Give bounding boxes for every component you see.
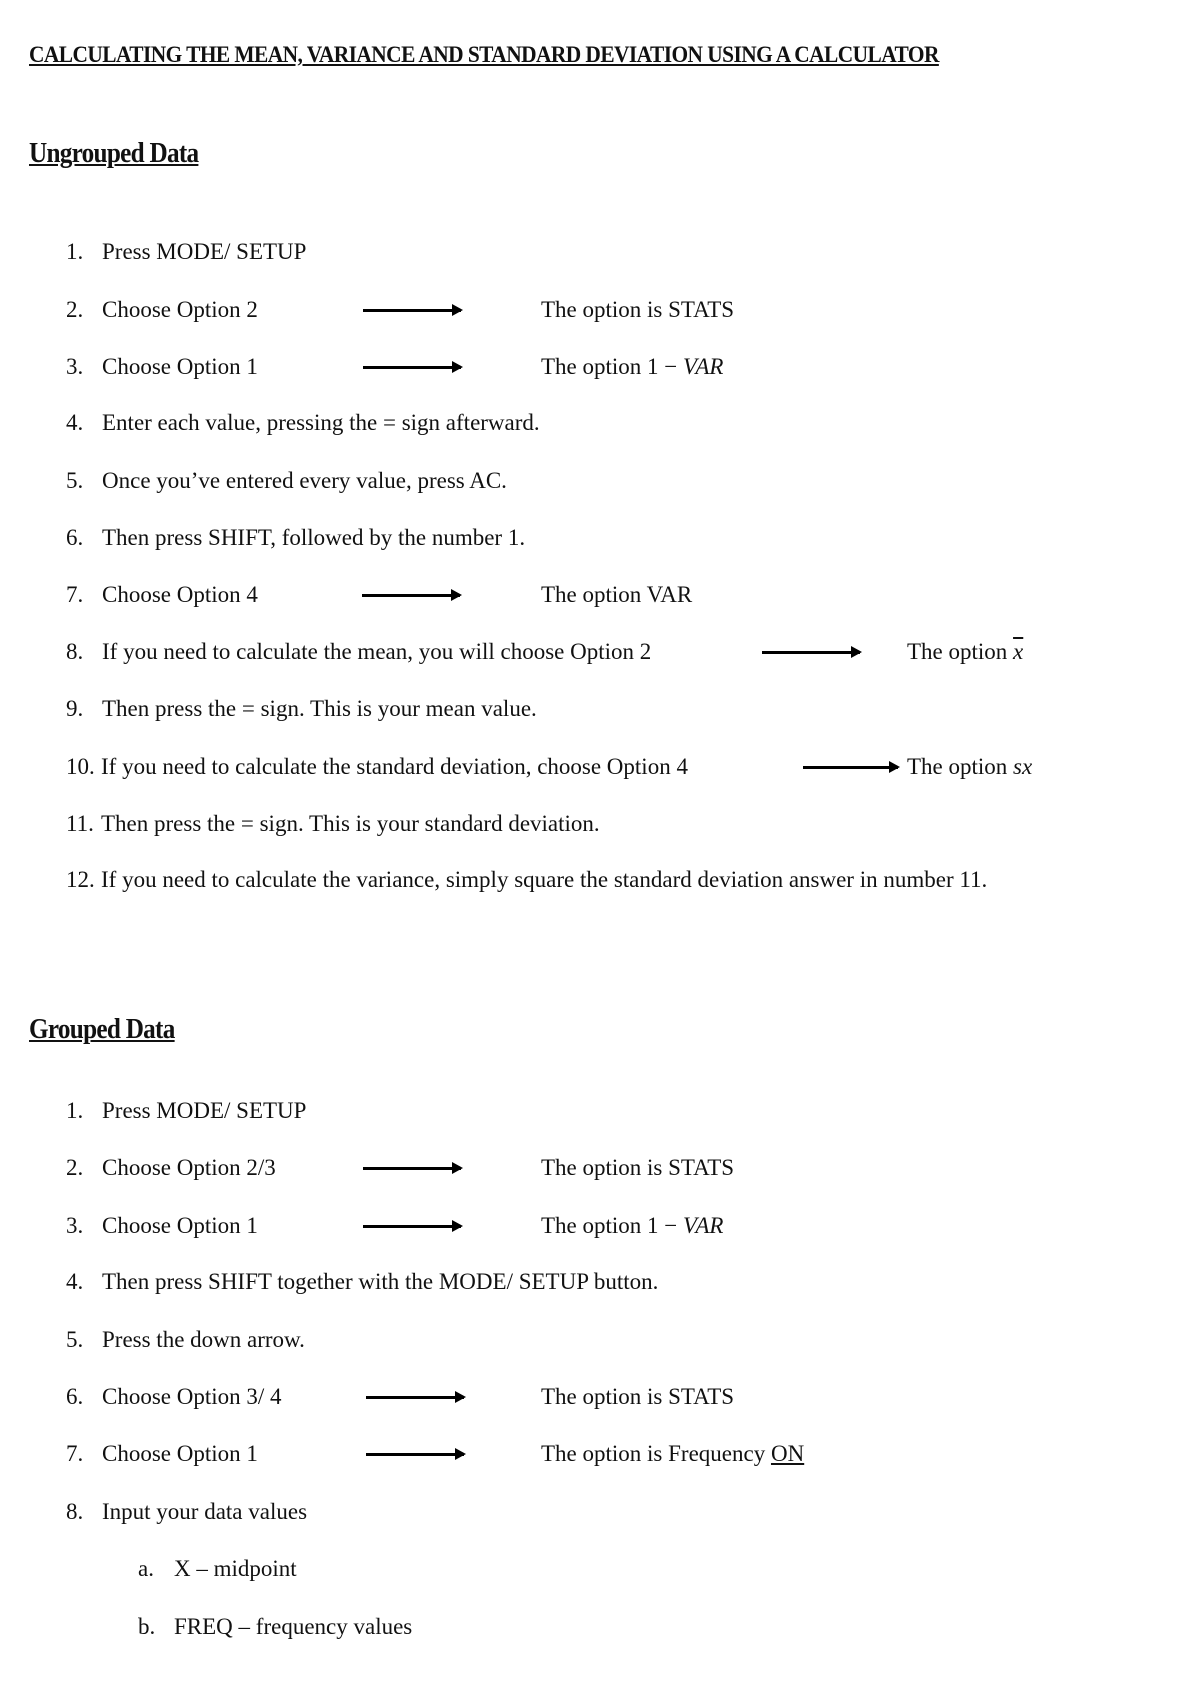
step-number: 4.: [66, 410, 84, 435]
step-text: Once you’ve entered every value, press A…: [102, 468, 507, 493]
step-note: The option sx: [907, 753, 1032, 781]
step-text: Choose Option 3/ 4: [102, 1384, 282, 1409]
step-item: 8. If you need to calculate the mean, you…: [66, 638, 651, 666]
step-item: 6. Then press SHIFT, followed by the numb…: [66, 524, 525, 552]
arrow-icon: [762, 646, 862, 658]
step-number: 2.: [66, 297, 84, 322]
note-math: VAR: [683, 354, 724, 379]
step-text: Enter each value, pressing the = sign af…: [102, 410, 540, 435]
step-number: 6.: [66, 525, 84, 550]
step-number: 3.: [66, 354, 84, 379]
step-text: Then press the = sign. This is your mean…: [102, 696, 537, 721]
step-item: 1. Press MODE/ SETUP: [66, 238, 306, 266]
note-text: The option 1 −: [541, 1213, 684, 1238]
step-number: 8.: [66, 1499, 84, 1524]
step-number: 9.: [66, 696, 84, 721]
sub-step-item: a. X – midpoint: [138, 1555, 297, 1583]
step-number: 5.: [66, 1327, 84, 1352]
section-heading-grouped: Grouped Data: [29, 1014, 175, 1045]
sub-step-item: b. FREQ – frequency values: [138, 1613, 412, 1641]
step-text: Then press SHIFT together with the MODE/…: [102, 1269, 659, 1294]
step-number: 1.: [66, 239, 84, 264]
arrow-icon: [363, 361, 463, 373]
note-text: The option: [907, 639, 1014, 664]
step-text: If you need to calculate the mean, you w…: [102, 639, 652, 664]
step-number: 11.: [66, 811, 94, 836]
arrow-icon: [363, 304, 463, 316]
step-item: 11. Then press the = sign. This is your s…: [66, 810, 600, 838]
step-item: 2. Choose Option 2/3: [66, 1154, 276, 1182]
sub-step-text: X – midpoint: [174, 1556, 297, 1581]
arrow-icon: [363, 1220, 463, 1232]
step-item: 10. If you need to calculate the standard…: [66, 753, 688, 781]
arrow-icon: [803, 761, 900, 773]
arrow-icon: [363, 1162, 463, 1174]
step-note: The option is STATS: [541, 1155, 735, 1180]
step-text: If you need to calculate the standard de…: [101, 754, 688, 779]
step-item: 3. Choose Option 1: [66, 353, 258, 381]
sub-step-text: FREQ – frequency values: [174, 1614, 413, 1639]
step-number: 2.: [66, 1155, 84, 1180]
note-math: sx: [1013, 754, 1033, 779]
step-item: 5. Press the down arrow.: [66, 1326, 305, 1354]
step-number: 6.: [66, 1384, 84, 1409]
step-item: 4. Enter each value, pressing the = sign …: [66, 409, 540, 437]
arrow-icon: [366, 1391, 466, 1403]
step-number: 12.: [66, 867, 95, 892]
step-item: 12. If you need to calculate the variance…: [66, 866, 987, 894]
step-number: 1.: [66, 1098, 84, 1123]
step-note: The option is Frequency ON: [541, 1440, 804, 1468]
step-number: 10.: [66, 754, 95, 779]
step-note: The option 1 − VAR: [541, 353, 723, 381]
note-text: The option: [907, 754, 1014, 779]
step-text: Choose Option 2/3: [102, 1155, 276, 1180]
step-note: The option is STATS: [541, 1384, 735, 1409]
note-text: The option 1 −: [541, 354, 684, 379]
step-text: Press MODE/ SETUP: [102, 239, 307, 264]
step-text: Then press the = sign. This is your stan…: [101, 811, 600, 836]
step-note: The option is STATS: [541, 297, 735, 322]
step-number: 4.: [66, 1269, 84, 1294]
step-text: Choose Option 2: [102, 297, 258, 322]
step-item: 4. Then press SHIFT together with the MOD…: [66, 1268, 658, 1296]
step-note: The option 1 − VAR: [541, 1212, 723, 1240]
step-text: Choose Option 1: [102, 1213, 258, 1238]
step-item: 6. Choose Option 3/ 4: [66, 1383, 282, 1411]
step-text: Choose Option 1: [102, 354, 258, 379]
document-title: CALCULATING THE MEAN, VARIANCE AND STAND…: [29, 42, 939, 67]
step-text: Input your data values: [102, 1499, 308, 1524]
step-item: 8. Input your data values: [66, 1498, 307, 1526]
step-number: 8.: [66, 639, 84, 664]
note-text: The option is Frequency: [541, 1441, 771, 1466]
step-item: 1. Press MODE/ SETUP: [66, 1097, 306, 1125]
section-heading-ungrouped: Ungrouped Data: [29, 138, 199, 169]
step-text: Press the down arrow.: [102, 1327, 305, 1352]
note-math: VAR: [683, 1213, 724, 1238]
step-text: Then press SHIFT, followed by the number…: [102, 525, 526, 550]
arrow-icon: [362, 589, 462, 601]
step-note: The option x: [907, 638, 1023, 666]
step-item: 2. Choose Option 2: [66, 296, 258, 324]
sub-step-letter: b.: [138, 1614, 156, 1639]
step-text: Press MODE/ SETUP: [102, 1098, 307, 1123]
step-number: 5.: [66, 468, 84, 493]
step-text: Choose Option 4: [102, 582, 258, 607]
x-bar-symbol: x: [1013, 639, 1024, 664]
arrow-icon: [366, 1448, 466, 1460]
step-note: The option VAR: [541, 582, 693, 607]
step-number: 7.: [66, 1441, 84, 1466]
sub-step-letter: a.: [138, 1556, 154, 1581]
step-number: 7.: [66, 582, 84, 607]
step-item: 7. Choose Option 4: [66, 581, 258, 609]
step-text: If you need to calculate the variance, s…: [101, 867, 988, 892]
note-underlined: ON: [770, 1441, 805, 1466]
step-item: 7. Choose Option 1: [66, 1440, 258, 1468]
step-item: 5. Once you’ve entered every value, press…: [66, 467, 507, 495]
step-text: Choose Option 1: [102, 1441, 258, 1466]
step-item: 9. Then press the = sign. This is your me…: [66, 695, 537, 723]
step-number: 3.: [66, 1213, 84, 1238]
step-item: 3. Choose Option 1: [66, 1212, 258, 1240]
